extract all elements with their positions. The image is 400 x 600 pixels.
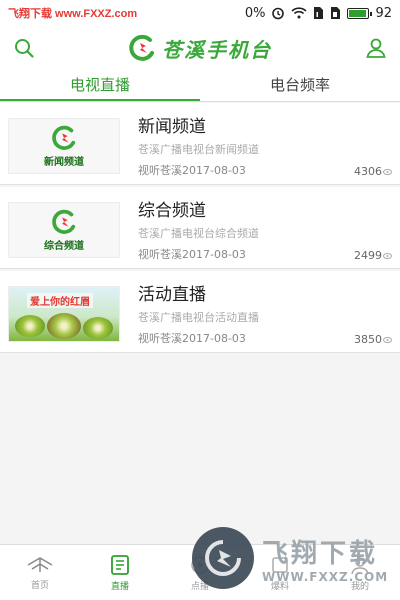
channel-title: 综合频道 — [138, 201, 206, 221]
view-count: 2499 — [354, 249, 392, 262]
channel-source-date: 视听苍溪2017-08-03 — [138, 248, 246, 261]
kiwi-image — [15, 315, 45, 337]
watermark-overlay: 飞翔下载 WWW.FXXZ.COM — [192, 520, 392, 596]
channel-description: 苍溪广播电视台综合频道 — [138, 227, 259, 240]
view-count-value: 3850 — [354, 333, 382, 346]
logo-icon — [129, 34, 154, 61]
user-button[interactable] — [362, 34, 390, 62]
channel-description: 苍溪广播电视台新闻频道 — [138, 143, 259, 156]
app-title: 苍溪手机台 — [162, 37, 272, 62]
channel-thumbnail: 新闻频道 — [8, 118, 120, 174]
watermark-logo — [192, 527, 254, 589]
channel-description: 苍溪广播电视台活动直播 — [138, 311, 259, 324]
channel-thumbnail: 爱上你的红眉 — [8, 286, 120, 342]
thumbnail-label: 综合频道 — [44, 240, 84, 252]
eye-icon — [383, 252, 392, 259]
watermark-url: WWW.FXXZ.COM — [262, 569, 389, 584]
view-count: 4306 — [354, 165, 392, 178]
channel-title: 活动直播 — [138, 285, 206, 305]
view-count-value: 4306 — [354, 165, 382, 178]
battery-icon — [347, 7, 373, 19]
signal-text: 0% — [244, 5, 266, 21]
live-icon — [111, 554, 129, 575]
eye-icon — [383, 336, 392, 343]
channel-item-general[interactable]: 综合频道 综合频道 苍溪广播电视台综合频道 视听苍溪2017-08-03 249… — [0, 187, 400, 269]
status-icons: 0% 92 — [245, 6, 392, 21]
nav-home[interactable]: 首页 — [0, 545, 80, 600]
kiwi-image — [83, 317, 113, 339]
alarm-icon — [271, 6, 285, 20]
watermark-icon — [205, 540, 241, 576]
nav-label: 首页 — [30, 580, 49, 591]
view-count-value: 2499 — [354, 249, 382, 262]
battery-fill — [349, 9, 366, 17]
battery-text: 92 — [375, 5, 392, 21]
watermark-text: 飞翔下载 — [262, 538, 379, 569]
tab-bar: 电视直播 电台频率 — [0, 70, 400, 102]
channel-item-news[interactable]: 新闻频道 新闻频道 苍溪广播电视台新闻频道 视听苍溪2017-08-03 430… — [0, 103, 400, 185]
logo-icon — [52, 125, 76, 150]
search-icon — [15, 39, 34, 58]
channel-item-event[interactable]: 爱上你的红眉 活动直播 苍溪广播电视台活动直播 视听苍溪2017-08-03 3… — [0, 271, 400, 353]
view-count: 3850 — [354, 333, 392, 346]
app-logo: 苍溪手机台 — [128, 34, 272, 63]
channel-title: 新闻频道 — [138, 117, 206, 137]
user-icon — [366, 38, 386, 58]
thumbnail-banner: 爱上你的红眉 — [27, 293, 93, 308]
logo-icon — [52, 209, 76, 234]
tab-tv-live[interactable]: 电视直播 — [0, 70, 200, 101]
status-bar: 飞翔下载 www.FXXZ.com 0% 92 — [0, 0, 400, 26]
channel-source-date: 视听苍溪2017-08-03 — [138, 164, 246, 177]
channel-thumbnail: 综合频道 — [8, 202, 120, 258]
channel-list: 新闻频道 新闻频道 苍溪广播电视台新闻频道 视听苍溪2017-08-03 430… — [0, 103, 400, 355]
nav-live[interactable]: 直播 — [80, 545, 160, 600]
channel-source-date: 视听苍溪2017-08-03 — [138, 332, 246, 345]
nav-label: 直播 — [110, 581, 129, 592]
sim2-icon — [330, 6, 341, 20]
search-button[interactable] — [10, 34, 38, 62]
thumbnail-label: 新闻频道 — [44, 156, 84, 168]
sim1-icon — [313, 6, 324, 20]
eye-icon — [383, 168, 392, 175]
home-icon — [27, 556, 53, 572]
app-header: 苍溪手机台 — [0, 26, 400, 70]
kiwi-image — [47, 313, 81, 339]
wifi-icon — [291, 7, 308, 19]
watermark-top: 飞翔下载 www.FXXZ.com — [8, 8, 138, 20]
tab-radio[interactable]: 电台频率 — [200, 70, 400, 101]
